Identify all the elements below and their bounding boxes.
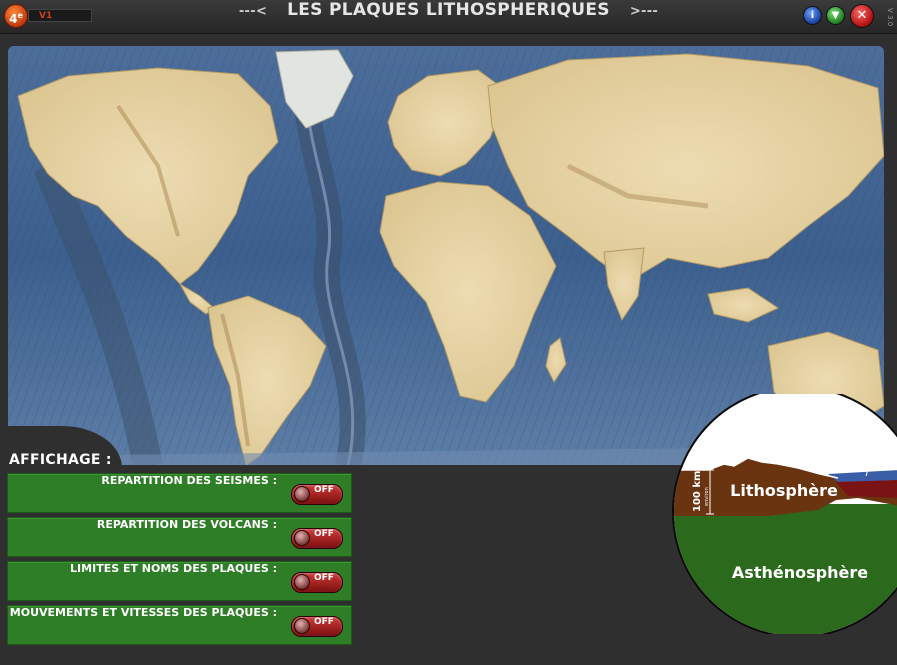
depth-note: environ — [704, 487, 710, 506]
lithosphere-diagram: continent océan 100 km environ Lithosphè… — [668, 394, 897, 634]
toggle-state: OFF — [314, 617, 334, 627]
option-seismes-label: REPARTITION DES SEISMES : — [101, 474, 277, 487]
version-label: V 3.0 — [886, 7, 894, 27]
option-mouvements-label: MOUVEMENTS ET VITESSES DES PLAQUES : — [9, 606, 277, 619]
toggle-state: OFF — [314, 573, 334, 583]
option-limites-plaques[interactable]: LIMITES ET NOMS DES PLAQUES : OFF — [7, 561, 352, 601]
option-limites-label: LIMITES ET NOMS DES PLAQUES : — [70, 562, 277, 575]
lithosphere-label: Lithosphère — [730, 481, 838, 500]
page-title: ---< LES PLAQUES LITHOSPHERIQUES >--- — [0, 0, 897, 33]
title-arrow-left[interactable]: ---< — [239, 4, 267, 19]
seismes-toggle[interactable]: OFF — [291, 484, 343, 505]
download-icon[interactable]: ▼ — [826, 6, 845, 25]
mouvements-toggle[interactable]: OFF — [291, 616, 343, 637]
toggle-state: OFF — [314, 529, 334, 539]
toggle-knob — [294, 486, 310, 502]
title-bar: 4e V1 ---< LES PLAQUES LITHOSPHERIQUES >--… — [0, 0, 897, 34]
affichage-heading: AFFICHAGE : — [9, 452, 112, 468]
cross-section-drawing: continent océan 100 km environ Lithosphè… — [672, 394, 897, 634]
toggle-knob — [294, 618, 310, 634]
close-icon[interactable]: ✕ — [850, 4, 874, 28]
option-volcans-label: REPARTITION DES VOLCANS : — [96, 518, 277, 531]
toggle-state: OFF — [314, 485, 334, 495]
toggle-knob — [294, 530, 310, 546]
continent-label: continent — [796, 430, 845, 440]
depth-label: 100 km — [692, 471, 703, 512]
option-mouvements-plaques[interactable]: MOUVEMENTS ET VITESSES DES PLAQUES : OFF — [7, 605, 352, 645]
ocean-label: océan — [859, 445, 889, 456]
option-seismes[interactable]: REPARTITION DES SEISMES : OFF — [7, 473, 352, 513]
page-title-text: LES PLAQUES LITHOSPHERIQUES — [287, 0, 610, 20]
volcans-toggle[interactable]: OFF — [291, 528, 343, 549]
info-icon[interactable]: i — [803, 6, 822, 25]
option-volcans[interactable]: REPARTITION DES VOLCANS : OFF — [7, 517, 352, 557]
title-arrow-right[interactable]: >--- — [630, 4, 658, 19]
limites-toggle[interactable]: OFF — [291, 572, 343, 593]
asthenosphere-label: Asthénosphère — [732, 563, 868, 582]
toggle-knob — [294, 574, 310, 590]
